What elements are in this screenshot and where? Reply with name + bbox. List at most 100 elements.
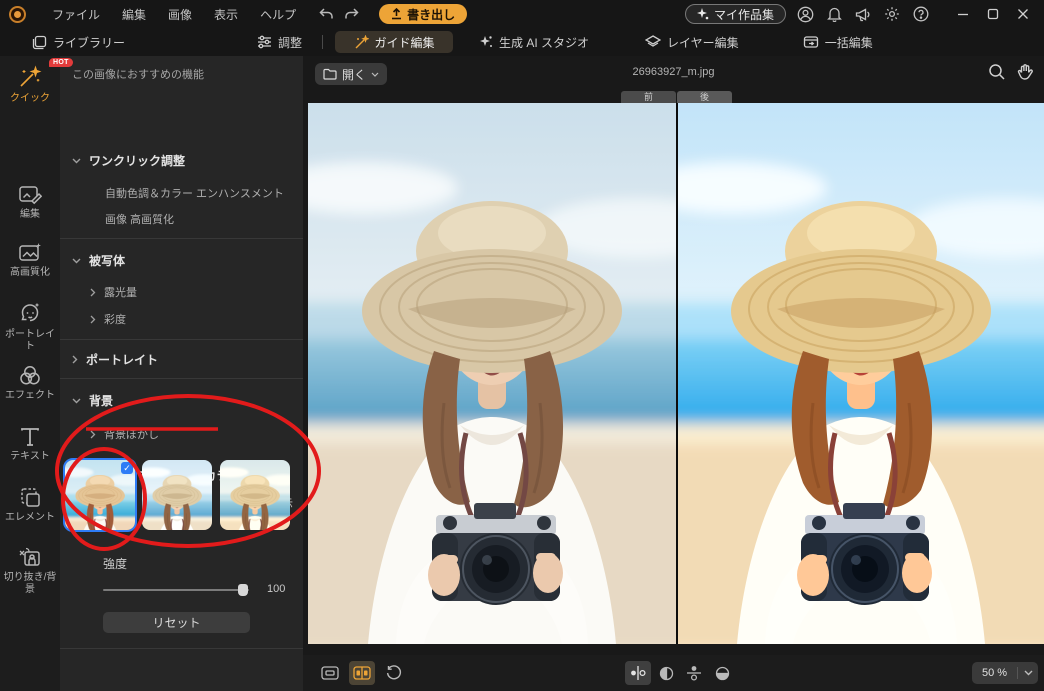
announcement-icon[interactable] [853, 4, 873, 24]
strength-label-text: 強度 [103, 555, 127, 572]
maximize-button[interactable] [980, 4, 1006, 24]
search-icon[interactable] [988, 63, 1006, 81]
rail-item-effects[interactable]: エフェクト [0, 364, 60, 402]
filter-thumbnail-3[interactable] [220, 460, 290, 530]
elements-sticker-icon [19, 486, 42, 509]
strength-slider[interactable] [103, 589, 249, 591]
app-logo-icon [9, 6, 26, 23]
rail-label-edit: 編集 [2, 209, 58, 221]
menu-help[interactable]: ヘルプ [251, 3, 305, 26]
sliders-icon [257, 35, 272, 49]
tab-library[interactable]: ライブラリー [24, 31, 133, 53]
item-auto-color-enhance-label: 自動色調＆カラー エンハンスメント [105, 185, 284, 201]
close-button[interactable] [1010, 4, 1036, 24]
hand-pan-icon[interactable] [1016, 63, 1034, 81]
redo-icon[interactable] [344, 8, 359, 21]
chevron-right-icon [90, 315, 96, 324]
chevron-right-icon [90, 430, 96, 439]
section-one-click[interactable]: ワンクリック調整 [72, 152, 185, 169]
rail-item-cutout-background[interactable]: 切り抜き/背景 [0, 546, 60, 596]
item-image-enhance[interactable]: 画像 高画質化 [105, 211, 174, 227]
menu-view[interactable]: 表示 [205, 3, 247, 26]
section-background[interactable]: 背景 [72, 392, 113, 409]
menu-image[interactable]: 画像 [159, 3, 201, 26]
rail-item-elements[interactable]: エレメント [0, 486, 60, 524]
tab-library-label: ライブラリー [53, 34, 125, 51]
filter-thumbnail-1[interactable]: ✓ [65, 460, 135, 530]
tab-after-label: 後 [700, 92, 709, 102]
rail-label-enhance: 高画質化 [2, 267, 58, 279]
zoom-level-dropdown[interactable]: 50 % [972, 662, 1038, 684]
layers-icon [645, 35, 661, 49]
compare-top-bottom-button[interactable] [681, 661, 707, 685]
tab-layer-edit[interactable]: レイヤー編集 [637, 31, 747, 53]
notifications-icon[interactable] [824, 4, 844, 24]
rail-label-portrait: ポートレイト [2, 329, 58, 353]
rail-item-portrait[interactable]: ポートレイト [0, 302, 60, 353]
section-subject[interactable]: 被写体 [72, 252, 125, 269]
tab-batch-edit[interactable]: 一括編集 [795, 31, 881, 53]
chevron-right-icon [72, 355, 78, 364]
library-icon [32, 35, 47, 50]
tab-gen-ai-studio[interactable]: 生成 AI スタジオ [471, 31, 597, 53]
rail-item-text[interactable]: テキスト [0, 426, 60, 463]
rail-label-quick: クイック [2, 93, 58, 105]
export-button[interactable]: 書き出し [379, 4, 467, 24]
help-icon[interactable] [911, 4, 931, 24]
settings-gear-icon[interactable] [882, 4, 902, 24]
undo-icon[interactable] [319, 8, 334, 21]
tab-guided-edit[interactable]: ガイド編集 [335, 31, 453, 53]
minimize-button[interactable] [950, 4, 976, 24]
compare-side-by-side-button[interactable] [625, 661, 651, 685]
tab-adjust[interactable]: 調整 [249, 31, 310, 53]
mode-separator [322, 35, 323, 49]
item-background-blur[interactable]: 背景ぼかし [90, 426, 159, 442]
tab-adjust-label: 調整 [278, 34, 302, 51]
item-auto-color-enhance[interactable]: 自動色調＆カラー エンハンスメント [105, 185, 284, 201]
enhance-photo-icon [18, 242, 42, 264]
panel-divider [60, 378, 303, 379]
my-works-button[interactable]: マイ作品集 [685, 4, 786, 24]
history-restore-icon[interactable] [381, 661, 407, 685]
selected-check-icon: ✓ [121, 462, 133, 474]
sparkle-icon [697, 8, 709, 20]
filter-thumbnail-2[interactable] [142, 460, 212, 530]
cutout-icon [18, 546, 42, 569]
split-view-button[interactable] [349, 661, 375, 685]
photo-after[interactable] [676, 103, 1044, 644]
item-saturation[interactable]: 彩度 [90, 311, 126, 327]
item-exposure-label: 露光量 [104, 284, 137, 300]
rail-label-effects: エフェクト [2, 390, 58, 402]
panel-divider [60, 339, 303, 340]
batch-edit-icon [803, 35, 819, 49]
chevron-down-icon [72, 158, 81, 164]
compare-split-vertical-button[interactable] [653, 661, 679, 685]
quick-wand-icon: HOT [17, 64, 43, 90]
chevron-down-icon [1018, 670, 1038, 676]
hot-badge: HOT [49, 58, 73, 67]
photo-before[interactable] [308, 103, 676, 644]
tab-before-label: 前 [644, 92, 653, 102]
account-icon[interactable] [795, 4, 815, 24]
rail-label-text: テキスト [2, 451, 58, 463]
rail-item-enhance[interactable]: 高画質化 [0, 242, 60, 279]
filename-label: 26963927_m.jpg [303, 66, 1044, 78]
section-portrait[interactable]: ポートレイト [72, 351, 158, 368]
title-bar: ファイル 編集 画像 表示 ヘルプ 書き出し マイ作品集 [0, 0, 1044, 28]
strength-label: 強度 [103, 555, 127, 572]
item-background-blur-label: 背景ぼかし [104, 426, 159, 442]
menu-edit[interactable]: 編集 [113, 3, 155, 26]
canvas-bottom-bar: 50 % [303, 655, 1044, 691]
strength-slider-handle[interactable] [238, 584, 248, 596]
item-image-enhance-label: 画像 高画質化 [105, 211, 174, 227]
mode-bar: ライブラリー 調整 ガイド編集 生成 AI スタジオ レイヤー編集 一括編集 [0, 28, 1044, 56]
compare-split-horizontal-button[interactable] [709, 661, 735, 685]
chevron-right-icon [90, 288, 96, 297]
rail-item-quick[interactable]: HOT クイック [0, 64, 60, 105]
photo-after-image [678, 103, 1044, 644]
rail-item-edit[interactable]: 編集 [0, 184, 60, 221]
single-view-button[interactable] [317, 661, 343, 685]
item-exposure[interactable]: 露光量 [90, 284, 137, 300]
reset-button[interactable]: リセット [103, 612, 250, 633]
menu-file[interactable]: ファイル [43, 3, 109, 26]
